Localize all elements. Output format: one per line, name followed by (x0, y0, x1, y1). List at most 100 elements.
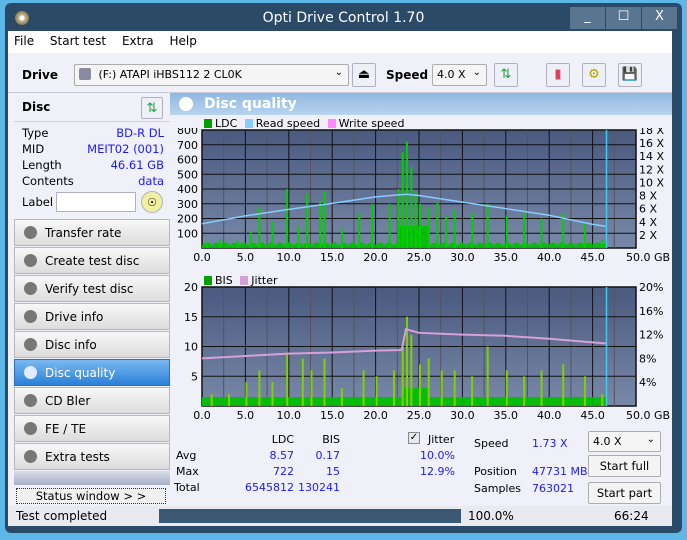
bar (591, 243, 593, 248)
nav-extra-tests[interactable]: Extra tests (14, 443, 170, 470)
bar (283, 397, 285, 406)
settings-button[interactable]: ⚙ (582, 63, 606, 87)
bar (444, 397, 446, 406)
bar (434, 397, 437, 406)
bar (237, 397, 240, 406)
speed-select[interactable]: 4.0 X ⌄ (432, 64, 487, 86)
bar (558, 397, 560, 406)
menu-extra[interactable]: Extra (116, 31, 160, 48)
drive-select[interactable]: (F:) ATAPI iHBS112 2 CL0K ⌄ (74, 64, 349, 86)
nav-filler (14, 471, 170, 485)
bar (291, 243, 293, 248)
bar (566, 397, 568, 406)
bar (440, 370, 443, 406)
x-tick-label: 0.0 (193, 251, 211, 263)
bar (317, 243, 320, 248)
menu-help[interactable]: Help (163, 31, 202, 48)
disc-refresh-button[interactable]: ⇅ (141, 97, 163, 119)
bar (344, 242, 346, 248)
bar (202, 245, 204, 248)
eject-button[interactable]: ⏏ (352, 63, 376, 87)
bar (239, 244, 241, 248)
bar (464, 397, 466, 406)
maximize-button[interactable]: ☐ (606, 7, 641, 29)
bar (355, 397, 357, 406)
bar (281, 243, 284, 248)
label-disc-button[interactable]: ☉ (141, 191, 163, 213)
bar (319, 200, 322, 248)
bar (386, 397, 388, 406)
bar (576, 243, 579, 248)
bar (301, 245, 304, 248)
bar (273, 244, 276, 248)
bar (427, 358, 430, 406)
bar (473, 244, 476, 248)
x-tick-label: 30.0 (450, 409, 475, 422)
nav-verify-test-disc[interactable]: Verify test disc (14, 275, 170, 302)
ldc-chart: 80070060050040030020010018 X16 X14 X12 X… (177, 128, 670, 263)
bar (471, 376, 474, 406)
bar (517, 243, 520, 248)
jitter-checkbox[interactable]: ✓ (408, 432, 420, 444)
bar (544, 397, 546, 406)
header-ldc: LDC (271, 433, 294, 446)
fe-te-icon (24, 422, 37, 435)
y-tick-label: 100 (177, 227, 198, 240)
bar (295, 242, 298, 248)
start-part-button[interactable]: Start part (588, 482, 661, 504)
bar (523, 376, 526, 406)
bar (556, 397, 559, 406)
start-full-button[interactable]: Start full (588, 455, 661, 477)
bar (236, 240, 239, 248)
bar (553, 242, 556, 248)
bar (317, 397, 320, 406)
bar (233, 397, 235, 406)
bar (580, 397, 582, 406)
bar (478, 242, 481, 248)
create-disc-icon (24, 254, 37, 267)
bar (214, 397, 216, 406)
bar (594, 244, 596, 248)
close-button[interactable]: X (642, 7, 677, 29)
bar (312, 243, 315, 248)
menu-file[interactable]: File (8, 31, 40, 48)
nav-create-test-disc[interactable]: Create test disc (14, 247, 170, 274)
bar (310, 370, 313, 406)
avg-jitter: 10.0% (420, 449, 455, 462)
erase-button[interactable]: ▮ (546, 63, 570, 87)
minimize-button[interactable]: _ (570, 7, 605, 29)
nav-drive-info[interactable]: Drive info (14, 303, 170, 330)
label-key: Label (22, 195, 54, 209)
bar (495, 397, 498, 406)
bar (427, 206, 430, 248)
nav-cd-bler[interactable]: CD Bler (14, 387, 170, 414)
bar (591, 397, 593, 406)
bar (359, 397, 362, 406)
label-input[interactable] (56, 192, 136, 212)
menu-start-test[interactable]: Start test (44, 31, 112, 48)
bar (239, 397, 241, 406)
test-speed-select[interactable]: 4.0 X ⌄ (588, 431, 661, 452)
y2-tick-label: 8% (639, 352, 656, 365)
bar (559, 397, 562, 406)
erase-icon: ▮ (554, 67, 562, 82)
bar (528, 397, 531, 406)
bar (531, 397, 534, 406)
status-window-button[interactable]: Status window > > (16, 488, 166, 504)
refresh-button[interactable]: ⇅ (494, 63, 518, 87)
nav-disc-quality[interactable]: Disc quality (14, 359, 170, 386)
bar (525, 242, 527, 248)
bar (344, 397, 346, 406)
save-button[interactable]: 💾 (618, 63, 642, 87)
bar (356, 245, 359, 248)
x-tick-label: 0.0 (193, 409, 211, 422)
nav-label: Verify test disc (45, 282, 134, 296)
bar (262, 242, 265, 248)
bar (378, 242, 381, 248)
nav-fe-te[interactable]: FE / TE (14, 415, 170, 442)
nav-transfer-rate[interactable]: Transfer rate (14, 219, 170, 246)
x-tick-label: 50.0 GB (626, 251, 670, 263)
ldc-swatch (204, 119, 212, 128)
nav-disc-info[interactable]: Disc info (14, 331, 170, 358)
bar (466, 397, 468, 406)
